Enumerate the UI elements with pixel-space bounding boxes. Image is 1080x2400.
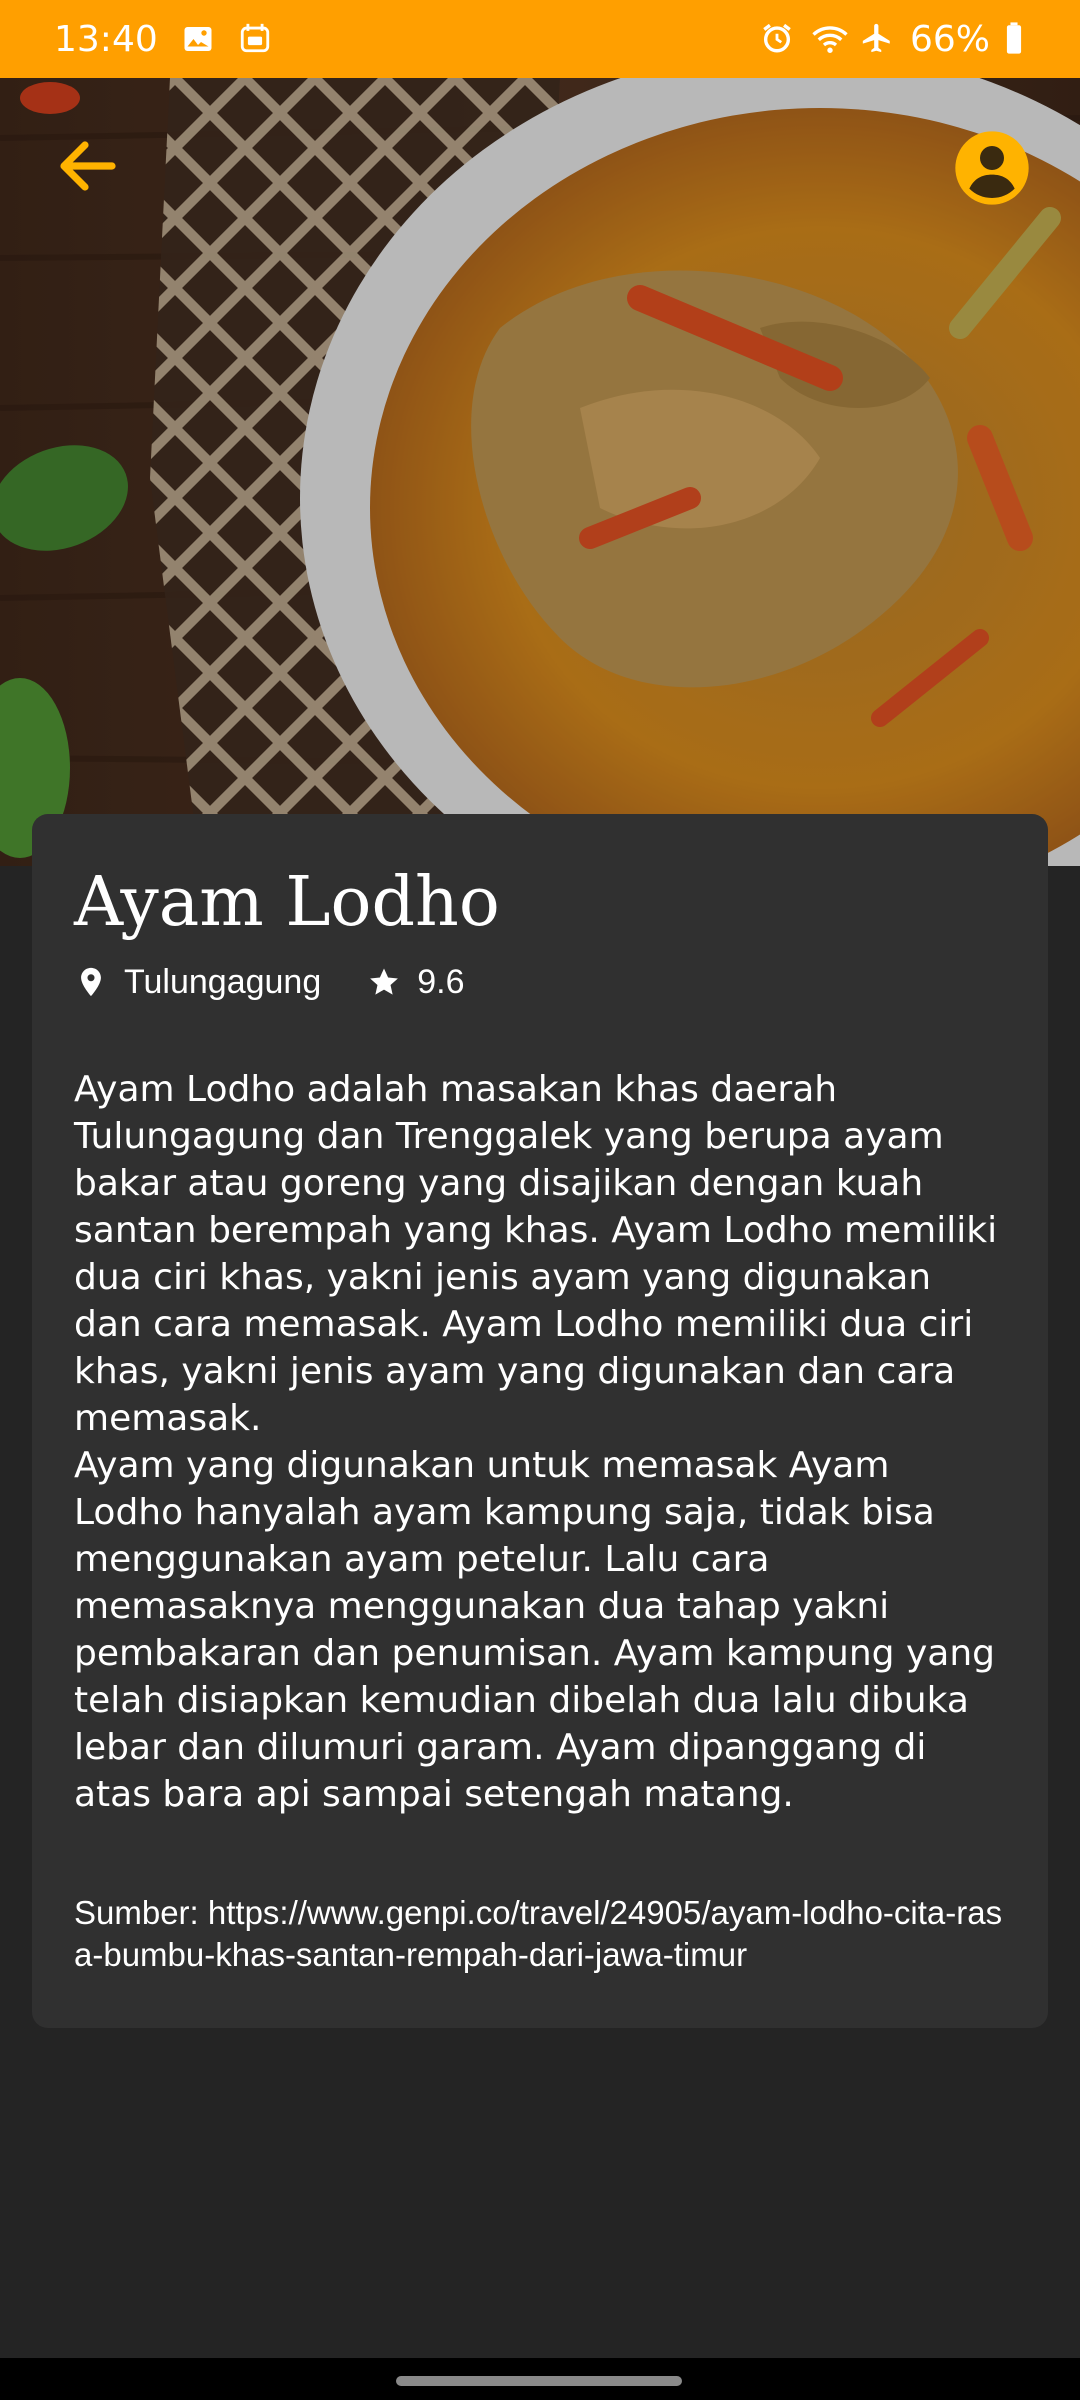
alarm-icon: [760, 21, 796, 57]
image-icon: [180, 21, 216, 57]
status-right: 66%: [760, 19, 1026, 60]
rating-text: 9.6: [417, 962, 465, 1001]
calendar-app-icon: [238, 21, 274, 57]
hero-image: [0, 78, 1080, 866]
description-text: Ayam Lodho adalah masakan khas daerah Tu…: [74, 1068, 998, 1815]
airplane-icon: [860, 21, 896, 57]
back-button[interactable]: [48, 126, 128, 206]
navigation-bar: [0, 2358, 1080, 2400]
battery-percent: 66%: [909, 18, 990, 60]
battery-icon: [1004, 21, 1026, 57]
location-info: Tulungagung: [74, 963, 321, 1002]
meta-row: Tulungagung 9.6: [74, 963, 1006, 1002]
location-text: Tulungagung: [124, 962, 322, 1001]
status-time: 13:40: [54, 18, 158, 60]
star-icon: [370, 968, 399, 995]
detail-card: Ayam Lodho Tulungagung 9.6 Ayam Lodho ad…: [32, 814, 1048, 2028]
map-pin-icon: [81, 968, 101, 997]
status-bar: 13:40 66%: [0, 0, 1080, 78]
profile-button[interactable]: [950, 126, 1034, 210]
source-text: Sumber: https://www.genpi.co/travel/2490…: [74, 1893, 1003, 1973]
account-circle-icon: [955, 131, 1029, 205]
status-left: 13:40: [54, 19, 274, 60]
wifi-icon: [810, 21, 848, 57]
rating-info: 9.6: [367, 962, 465, 1002]
page-title: Ayam Lodho: [74, 863, 500, 942]
arrow-left-icon: [60, 141, 116, 191]
home-gesture-handle[interactable]: [396, 2376, 682, 2386]
